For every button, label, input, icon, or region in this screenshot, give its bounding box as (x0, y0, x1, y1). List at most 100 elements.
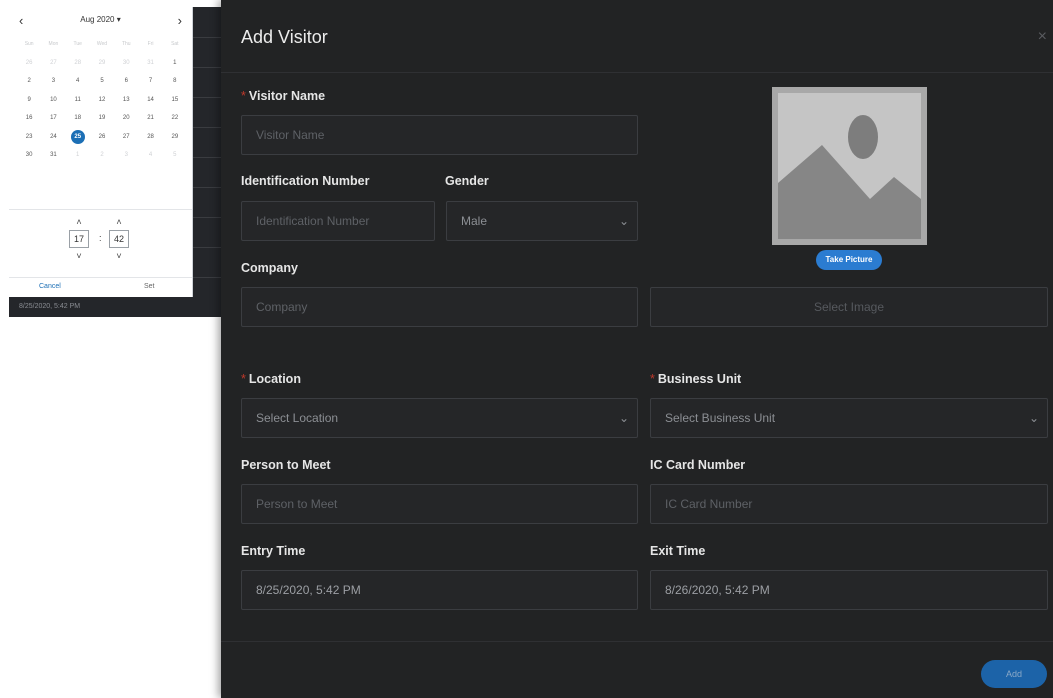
minute-input[interactable]: 42 (109, 230, 129, 248)
exit-time-label: Exit Time (650, 544, 706, 558)
calendar-day[interactable]: 1 (66, 152, 90, 158)
calendar-day[interactable]: 4 (138, 152, 162, 158)
next-month-icon[interactable]: › (178, 13, 182, 28)
background-divider (193, 97, 221, 98)
background-divider (193, 67, 221, 68)
calendar-day[interactable]: 2 (90, 152, 114, 158)
person-to-meet-input[interactable]: Person to Meet (241, 484, 638, 524)
calendar-day[interactable]: 26 (90, 134, 114, 140)
calendar-grid: Sun Mon Tue Wed Thu Fri Sat 26 27 28 29 … (17, 35, 187, 165)
calendar-day[interactable]: 30 (114, 60, 138, 66)
calendar-day[interactable]: 17 (41, 115, 65, 121)
calendar-week: 30 31 1 2 3 4 5 (17, 146, 187, 165)
calendar-day[interactable]: 20 (114, 115, 138, 121)
required-mark: * (241, 372, 246, 386)
add-button[interactable]: Add (981, 660, 1047, 688)
calendar-day[interactable]: 5 (163, 152, 187, 158)
weekday-label: Sat (171, 41, 179, 48)
datetime-picker: ‹ Aug 2020 ▾ › Sun Mon Tue Wed Thu Fri S… (9, 7, 193, 297)
company-input[interactable]: Company (241, 287, 638, 327)
calendar-day[interactable]: 26 (17, 60, 41, 66)
calendar-day[interactable]: 3 (114, 152, 138, 158)
calendar-day[interactable]: 12 (90, 97, 114, 103)
calendar-week: 23 24 25 26 27 28 29 (17, 128, 187, 147)
visitor-name-label: * Visitor Name (241, 89, 325, 103)
visitor-name-input[interactable]: Visitor Name (241, 115, 638, 155)
calendar-day[interactable]: 31 (41, 152, 65, 158)
datetime-picker-backdrop: 8/25/2020, 5:42 PM ‹ Aug 2020 ▾ › Sun Mo… (9, 7, 221, 317)
calendar-day[interactable]: 15 (163, 97, 187, 103)
calendar-day[interactable]: 22 (163, 115, 187, 121)
calendar-week: 16 17 18 19 20 21 22 (17, 109, 187, 128)
calendar-day[interactable]: 6 (114, 78, 138, 84)
gender-select[interactable]: Male ⌄ (446, 201, 638, 241)
calendar-day[interactable]: 16 (17, 115, 41, 121)
calendar-day[interactable]: 14 (138, 97, 162, 103)
chevron-down-icon: ⌄ (618, 411, 629, 425)
ic-card-number-input[interactable]: IC Card Number (650, 484, 1048, 524)
calendar-day[interactable]: 10 (41, 97, 65, 103)
set-button[interactable]: Set (144, 283, 155, 290)
calendar-day-selected[interactable]: 25 (66, 129, 90, 144)
background-divider (193, 187, 221, 188)
entry-time-input[interactable]: 8/25/2020, 5:42 PM (241, 570, 638, 610)
calendar-day[interactable]: 28 (66, 60, 90, 66)
exit-time-input[interactable]: 8/26/2020, 5:42 PM (650, 570, 1048, 610)
background-divider (193, 277, 221, 278)
required-mark: * (241, 89, 246, 103)
time-selector: ˄ 17 ˅ : ˄ 42 ˅ (69, 215, 139, 273)
time-separator: : (99, 233, 102, 243)
hour-up-icon[interactable]: ˄ (69, 215, 89, 229)
label-text: Location (248, 372, 301, 386)
calendar-day[interactable]: 27 (114, 134, 138, 140)
calendar-day[interactable]: 13 (114, 97, 138, 103)
calendar-day[interactable]: 5 (90, 78, 114, 84)
calendar-day[interactable]: 24 (41, 134, 65, 140)
modal-header: Add Visitor × (221, 0, 1053, 73)
calendar-day[interactable]: 30 (17, 152, 41, 158)
month-selector[interactable]: Aug 2020 ▾ (9, 15, 192, 24)
calendar-day[interactable]: 4 (66, 78, 90, 84)
minute-down-icon[interactable]: ˅ (109, 249, 129, 263)
select-image-button[interactable]: Select Image (650, 287, 1048, 327)
calendar-day[interactable]: 19 (90, 115, 114, 121)
weekday-label: Thu (121, 41, 131, 48)
location-select[interactable]: Select Location ⌄ (241, 398, 638, 438)
selected-day-label: 25 (70, 129, 85, 144)
calendar-day[interactable]: 18 (66, 115, 90, 121)
hour-down-icon[interactable]: ˅ (69, 249, 89, 263)
calendar-day[interactable]: 9 (17, 97, 41, 103)
calendar-day[interactable]: 11 (66, 97, 90, 103)
chevron-down-icon: ⌄ (1028, 411, 1039, 425)
calendar-day[interactable]: 3 (41, 78, 65, 84)
business-unit-select[interactable]: Select Business Unit ⌄ (650, 398, 1048, 438)
person-to-meet-label: Person to Meet (241, 458, 331, 472)
calendar-day[interactable]: 29 (163, 134, 187, 140)
weekday-label: Sun (24, 41, 34, 48)
calendar-day[interactable]: 2 (17, 78, 41, 84)
divider (9, 277, 192, 278)
take-picture-button[interactable]: Take Picture (816, 250, 882, 270)
calendar-day[interactable]: 8 (163, 78, 187, 84)
background-divider (193, 157, 221, 158)
close-icon[interactable]: × (1038, 28, 1047, 46)
calendar-day[interactable]: 31 (138, 60, 162, 66)
cancel-button[interactable]: Cancel (39, 283, 61, 290)
business-unit-label: * Business Unit (650, 372, 741, 386)
identification-number-input[interactable]: Identification Number (241, 201, 435, 241)
calendar-week: 2 3 4 5 6 7 8 (17, 72, 187, 91)
entry-time-label: Entry Time (241, 544, 306, 558)
calendar-day[interactable]: 7 (138, 78, 162, 84)
image-placeholder-icon (778, 93, 921, 239)
gender-label: Gender (445, 174, 489, 188)
add-visitor-modal: Add Visitor × * Visitor Name Visitor Name… (221, 0, 1053, 698)
calendar-day[interactable]: 21 (138, 115, 162, 121)
minute-up-icon[interactable]: ˄ (109, 215, 129, 229)
calendar-day[interactable]: 27 (41, 60, 65, 66)
hour-input[interactable]: 17 (69, 230, 89, 248)
calendar-day[interactable]: 23 (17, 134, 41, 140)
calendar-day[interactable]: 29 (90, 60, 114, 66)
divider (9, 209, 192, 210)
calendar-day[interactable]: 1 (163, 60, 187, 66)
calendar-day[interactable]: 28 (138, 134, 162, 140)
